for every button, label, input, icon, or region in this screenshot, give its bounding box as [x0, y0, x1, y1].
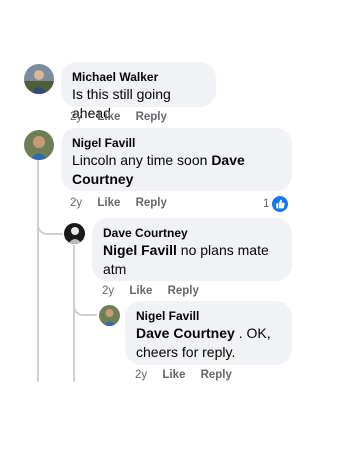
comment-bubble: Michael Walker Is this still going ahead — [61, 62, 216, 121]
comment-body: Lincoln any time soon — [72, 152, 212, 168]
comment-timestamp[interactable]: 2y — [135, 369, 147, 381]
reply-button[interactable]: Reply — [136, 111, 167, 123]
avatar[interactable] — [24, 64, 54, 94]
thread-connector-reply-1 — [37, 205, 63, 235]
thread-connector-reply-2 — [73, 290, 97, 316]
comment-text: Dave Courtney . OK, cheers for reply. — [136, 324, 281, 362]
avatar-image — [99, 305, 120, 326]
thread-line-main — [37, 160, 39, 382]
like-button[interactable]: Like — [97, 197, 120, 209]
avatar[interactable] — [99, 305, 120, 326]
like-button[interactable]: Like — [162, 369, 185, 381]
avatar-image — [24, 64, 54, 94]
like-button[interactable]: Like — [97, 111, 120, 123]
comment-text: Nigel Favill no plans mate atm — [103, 241, 281, 279]
like-button[interactable]: Like — [129, 285, 152, 297]
comment-actions: 2y Like Reply — [135, 369, 244, 381]
avatar-image — [24, 130, 54, 160]
thumbs-up-icon — [271, 195, 290, 213]
avatar-image — [64, 223, 85, 244]
reply-bubble: Nigel Favill Dave Courtney . OK, cheers … — [125, 301, 292, 365]
avatar[interactable] — [24, 130, 54, 160]
comment-author[interactable]: Dave Courtney — [103, 225, 281, 241]
comment-actions: 2y Like Reply — [70, 197, 179, 209]
comment-timestamp[interactable]: 2y — [70, 111, 82, 123]
comment-timestamp[interactable]: 2y — [102, 285, 114, 297]
reply-button[interactable]: Reply — [136, 197, 167, 209]
comment-text: Lincoln any time soon Dave Courtney — [72, 151, 281, 189]
reaction-count: 1 — [263, 198, 270, 210]
comment-timestamp[interactable]: 2y — [70, 197, 82, 209]
reply-button[interactable]: Reply — [168, 285, 199, 297]
mention-link[interactable]: Dave Courtney — [136, 325, 235, 341]
comment-author[interactable]: Nigel Favill — [136, 308, 281, 324]
comment-actions: 2y Like Reply — [70, 111, 179, 123]
reply-bubble: Dave Courtney Nigel Favill no plans mate… — [92, 218, 292, 281]
comment-author[interactable]: Michael Walker — [72, 69, 205, 85]
comment-author[interactable]: Nigel Favill — [72, 135, 281, 151]
reply-button[interactable]: Reply — [201, 369, 232, 381]
comment-bubble: Nigel Favill Lincoln any time soon Dave … — [61, 128, 292, 191]
reaction-summary[interactable]: 1 — [263, 195, 290, 213]
mention-link[interactable]: Nigel Favill — [103, 242, 177, 258]
thread-line-nested — [73, 245, 75, 382]
avatar[interactable] — [64, 223, 85, 244]
comment-actions: 2y Like Reply — [102, 285, 211, 297]
